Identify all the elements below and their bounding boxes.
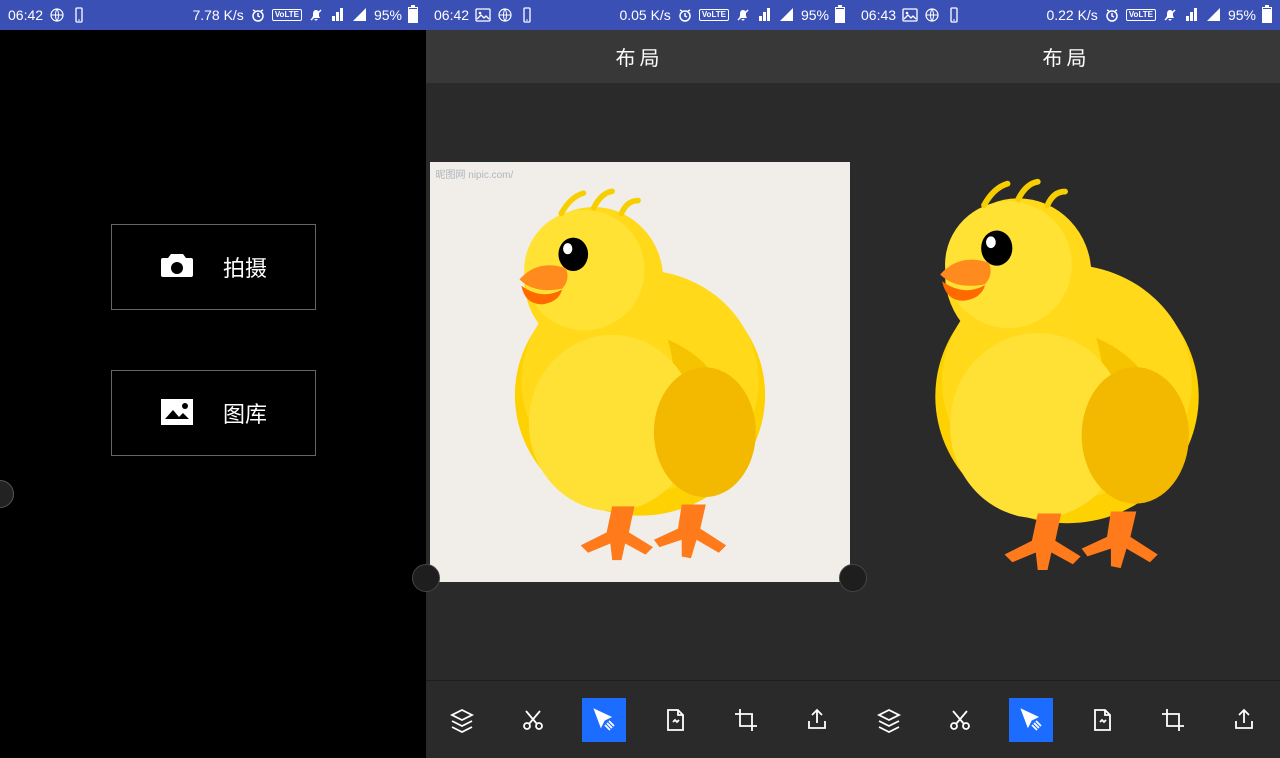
image-watermark: 昵图网 nipic.com/: [436, 166, 514, 181]
image-with-background[interactable]: 昵图网 nipic.com/: [430, 162, 850, 582]
status-battery: 95%: [1228, 7, 1256, 23]
status-bar: 06:43 0.22 K/s VoLTE 95%: [853, 0, 1280, 30]
page-title: 布局: [853, 30, 1280, 84]
alarm-icon: [250, 7, 266, 23]
tool-cut[interactable]: [511, 698, 555, 742]
toolbar: [853, 680, 1280, 758]
tool-select[interactable]: [1009, 698, 1053, 742]
tool-layers[interactable]: [867, 698, 911, 742]
status-time: 06:42: [8, 7, 43, 23]
globe-icon: [924, 7, 940, 23]
status-battery: 95%: [374, 7, 402, 23]
status-time: 06:42: [434, 7, 469, 23]
battery-icon: [1262, 7, 1272, 23]
mute-icon: [308, 7, 324, 23]
status-speed: 0.05 K/s: [619, 7, 670, 23]
tool-select[interactable]: [582, 698, 626, 742]
tool-crop[interactable]: [1151, 698, 1195, 742]
toolbar: [426, 680, 853, 758]
screen-1: 06:42 7.78 K/s VoLTE 95% 拍摄: [0, 0, 426, 758]
battery-icon: [408, 7, 418, 23]
alarm-icon: [677, 7, 693, 23]
signal-icon: [1206, 7, 1222, 23]
editor-canvas[interactable]: [853, 84, 1280, 680]
chick-image: [465, 182, 815, 562]
volte-badge: VoLTE: [272, 9, 302, 21]
phone-icon: [946, 7, 962, 23]
editor-canvas[interactable]: 昵图网 nipic.com/: [426, 84, 853, 680]
mute-icon: [735, 7, 751, 23]
volte-badge: VoLTE: [1126, 9, 1156, 21]
camera-icon: [159, 249, 195, 285]
alarm-icon: [1104, 7, 1120, 23]
battery-icon: [835, 7, 845, 23]
tool-layers[interactable]: [440, 698, 484, 742]
status-battery: 95%: [801, 7, 829, 23]
picture-icon: [475, 7, 491, 23]
signal-icon: [779, 7, 795, 23]
tool-page[interactable]: [653, 698, 697, 742]
status-bar: 06:42 7.78 K/s VoLTE 95%: [0, 0, 426, 30]
picture-icon: [902, 7, 918, 23]
tool-cut[interactable]: [938, 698, 982, 742]
signal-4g-icon: [1184, 7, 1200, 23]
chick-image-cutout[interactable]: [887, 172, 1247, 572]
status-time: 06:43: [861, 7, 896, 23]
tool-page[interactable]: [1080, 698, 1124, 742]
screen-3: 06:43 0.22 K/s VoLTE 95% 布局: [853, 0, 1280, 758]
status-bar: 06:42 0.05 K/s VoLTE 95%: [426, 0, 853, 30]
page-title: 布局: [426, 30, 853, 84]
source-picker: 拍摄 图库: [0, 30, 426, 758]
volte-badge: VoLTE: [699, 9, 729, 21]
camera-button[interactable]: 拍摄: [111, 224, 316, 310]
phone-icon: [519, 7, 535, 23]
mute-icon: [1162, 7, 1178, 23]
tool-share[interactable]: [1222, 698, 1266, 742]
status-speed: 0.22 K/s: [1046, 7, 1097, 23]
signal-4g-icon: [757, 7, 773, 23]
globe-icon: [497, 7, 513, 23]
side-handle[interactable]: [839, 564, 867, 592]
tool-crop[interactable]: [724, 698, 768, 742]
tool-share[interactable]: [795, 698, 839, 742]
screen-2: 06:42 0.05 K/s VoLTE 95% 布局 昵图网 nipic.co…: [426, 0, 853, 758]
status-speed: 7.78 K/s: [192, 7, 243, 23]
signal-icon: [352, 7, 368, 23]
globe-icon: [49, 7, 65, 23]
camera-label: 拍摄: [223, 251, 267, 283]
phone-icon: [71, 7, 87, 23]
signal-4g-icon: [330, 7, 346, 23]
gallery-icon: [159, 395, 195, 431]
gallery-label: 图库: [223, 397, 267, 429]
gallery-button[interactable]: 图库: [111, 370, 316, 456]
side-handle[interactable]: [412, 564, 440, 592]
